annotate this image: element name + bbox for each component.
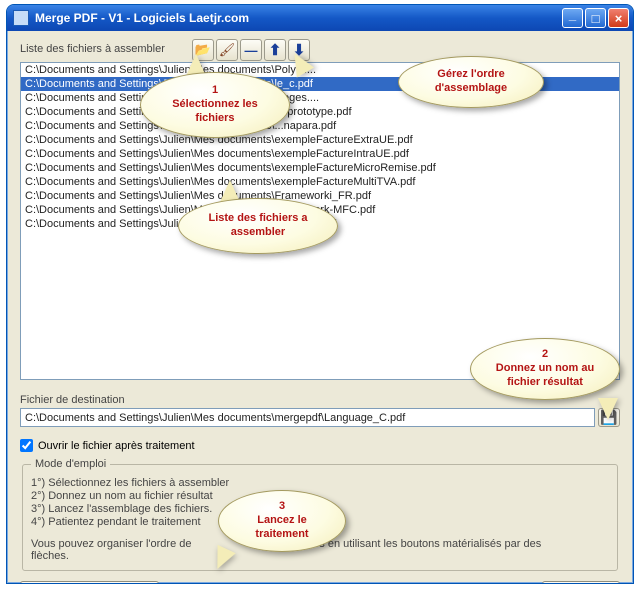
instruction-4: 4°) Patientez pendant le traitement [31,516,609,528]
app-icon [13,10,29,26]
list-item[interactable]: C:\Documents and Settings\Julien\Mes doc… [21,175,619,189]
list-item[interactable]: C:\Documents and Settings\Julien\Mes doc… [21,91,619,105]
clear-list-button[interactable]: 🖌 [216,39,238,61]
remove-item-button[interactable]: — [240,39,262,61]
list-item[interactable]: C:\Documents and Settings\Julien\Mes doc… [21,133,619,147]
move-down-button[interactable]: ⬇ [288,39,310,61]
list-item[interactable]: C:\Documents and Settings\Julien\Mes doc… [21,147,619,161]
open-files-button[interactable]: 📂 [192,39,214,61]
open-after-label[interactable]: Ouvrir le fichier après traitement [38,440,195,452]
run-button[interactable]: ⚡ Lancer le traitement [20,581,159,584]
instructions-legend: Mode d'emploi [31,458,110,470]
instructions-group: Mode d'emploi 1°) Sélectionnez les fichi… [22,458,618,571]
close-button[interactable]: × [608,8,629,28]
floppy-icon: 💾 [600,409,617,426]
browse-save-button[interactable]: 💾 [598,408,620,427]
list-item[interactable]: C:\Documents and Settings\Julien\Mes doc… [21,77,619,91]
list-item[interactable]: C:\Documents and Settings\Julien\Mes doc… [21,189,619,203]
move-up-button[interactable]: ⬆ [264,39,286,61]
instruction-2: 2°) Donnez un nom au fichier résultat [31,490,609,502]
list-item[interactable]: C:\Documents and Settings\Julien\Mes doc… [21,119,619,133]
app-window: Merge PDF - V1 - Logiciels Laetjr.com _ … [6,4,634,584]
list-item[interactable]: C:\Documents and Settings\Julien\Mes doc… [21,217,619,231]
file-list[interactable]: C:\Documents and Settings\Julien\Mes doc… [20,62,620,380]
open-after-checkbox[interactable] [20,439,33,452]
titlebar[interactable]: Merge PDF - V1 - Logiciels Laetjr.com _ … [7,5,633,31]
instruction-note: Vous pouvez organiser l'ordre de rs en u… [31,538,609,562]
file-list-label: Liste des fichiers à assembler [20,43,165,55]
arrow-down-icon: ⬇ [293,41,306,59]
client-area: Liste des fichiers à assembler 📂 🖌 — ⬆ ⬇… [10,31,630,580]
instruction-1: 1°) Sélectionnez les fichiers à assemble… [31,477,609,489]
close-app-button[interactable]: 🚪 Fermer [542,581,620,584]
list-item[interactable]: C:\Documents and Settings\Julien\Mes doc… [21,203,619,217]
instruction-3: 3°) Lancez l'assemblage des fichiers. [31,503,609,515]
folder-open-icon: 📂 [195,42,211,58]
destination-input[interactable] [20,408,595,427]
window-title: Merge PDF - V1 - Logiciels Laetjr.com [35,11,562,25]
list-item[interactable]: C:\Documents and Settings\Julien\Mes doc… [21,161,619,175]
minimize-button[interactable]: _ [562,8,583,28]
paintbrush-icon: 🖌 [219,42,236,58]
destination-label: Fichier de destination [20,394,620,406]
list-item[interactable]: C:\Documents and Settings\Julien\Mes doc… [21,63,619,77]
maximize-button[interactable]: □ [585,8,606,28]
minus-icon: — [245,43,258,58]
list-item[interactable]: C:\Documents and Settings\Julien\Mes doc… [21,105,619,119]
arrow-up-icon: ⬆ [269,41,282,59]
